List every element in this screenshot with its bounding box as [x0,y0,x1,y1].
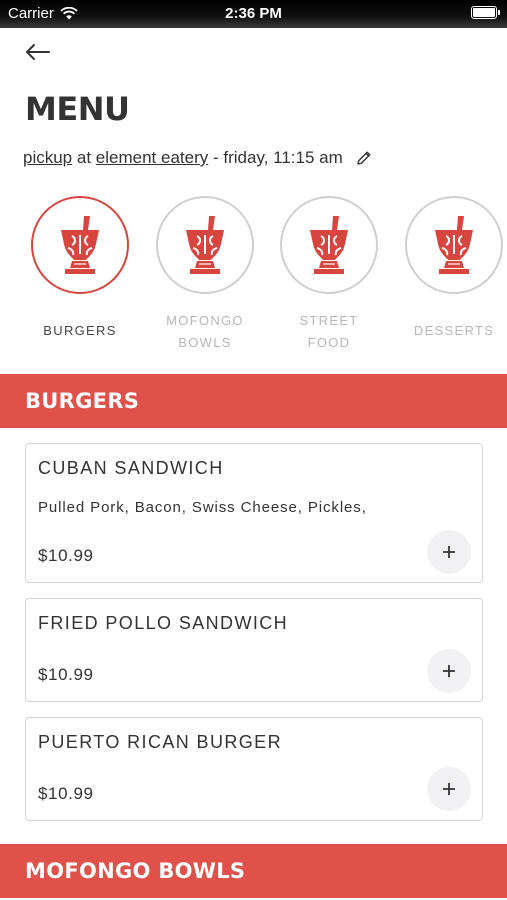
add-item-button[interactable] [427,767,471,811]
plus-icon [443,665,455,677]
menu-item-card[interactable]: PUERTO RICAN BURGER $10.99 [25,717,483,821]
item-description: Pulled Pork, Bacon, Swiss Cheese, Pickle… [38,499,367,516]
status-time: 2:36 PM [225,5,282,22]
menu-item-card[interactable]: FRIED POLLO SANDWICH $10.99 [25,598,483,702]
category-carousel[interactable]: BURGERS MOFONGO BOWLS STREET FOOD DESSER… [0,196,507,356]
pencil-icon[interactable] [355,149,373,167]
category-label: DESSERTS [413,323,495,338]
item-price: $10.99 [38,784,94,803]
category-label-line: FOOD [307,335,351,350]
category-label: MOFONGO BOWLS [150,310,260,354]
order-details: pickup at element eatery - friday, 11:15… [23,148,373,168]
mortar-pestle-logo-icon [61,216,99,274]
plus-icon [443,783,455,795]
add-item-button[interactable] [427,649,471,693]
item-name: FRIED POLLO SANDWICH [38,613,289,633]
add-item-button[interactable] [427,530,471,574]
category-ring [156,196,254,294]
category-label: BURGERS [43,323,117,338]
location-link[interactable]: element eatery [96,148,208,168]
battery-icon [471,6,500,19]
status-bar: Carrier 2:36 PM [0,0,507,28]
at-word: at [76,148,92,167]
category-label-line: STREET [299,313,359,328]
menu-item-card[interactable]: CUBAN SANDWICH Pulled Pork, Bacon, Swiss… [25,443,483,583]
item-name: CUBAN SANDWICH [38,458,224,478]
arrow-left-icon [26,44,50,60]
category-desserts[interactable]: DESSERTS [399,196,507,342]
plus-icon [443,546,455,558]
item-price: $10.99 [38,665,94,684]
mortar-pestle-logo-icon [435,216,473,274]
item-name: PUERTO RICAN BURGER [38,732,282,752]
category-mofongo-bowls[interactable]: MOFONGO BOWLS [150,196,260,354]
pickup-mode-link[interactable]: pickup [23,148,72,168]
category-label-line: MOFONGO [166,313,244,328]
order-time: - friday, 11:15 am [212,148,343,167]
page-title: MENU [25,90,130,128]
category-ring [31,196,129,294]
category-label-line: BOWLS [178,335,232,350]
category-burgers[interactable]: BURGERS [25,196,135,342]
category-ring [405,196,503,294]
section-header-mofongo-bowls: MOFONGO BOWLS [0,844,507,898]
item-price: $10.99 [38,546,94,565]
mortar-pestle-logo-icon [310,216,348,274]
back-button[interactable] [22,38,54,66]
section-header-burgers: BURGERS [0,374,507,428]
mortar-pestle-logo-icon [186,216,224,274]
category-ring [280,196,378,294]
category-label: STREET FOOD [274,310,384,354]
category-street-food[interactable]: STREET FOOD [274,196,384,354]
